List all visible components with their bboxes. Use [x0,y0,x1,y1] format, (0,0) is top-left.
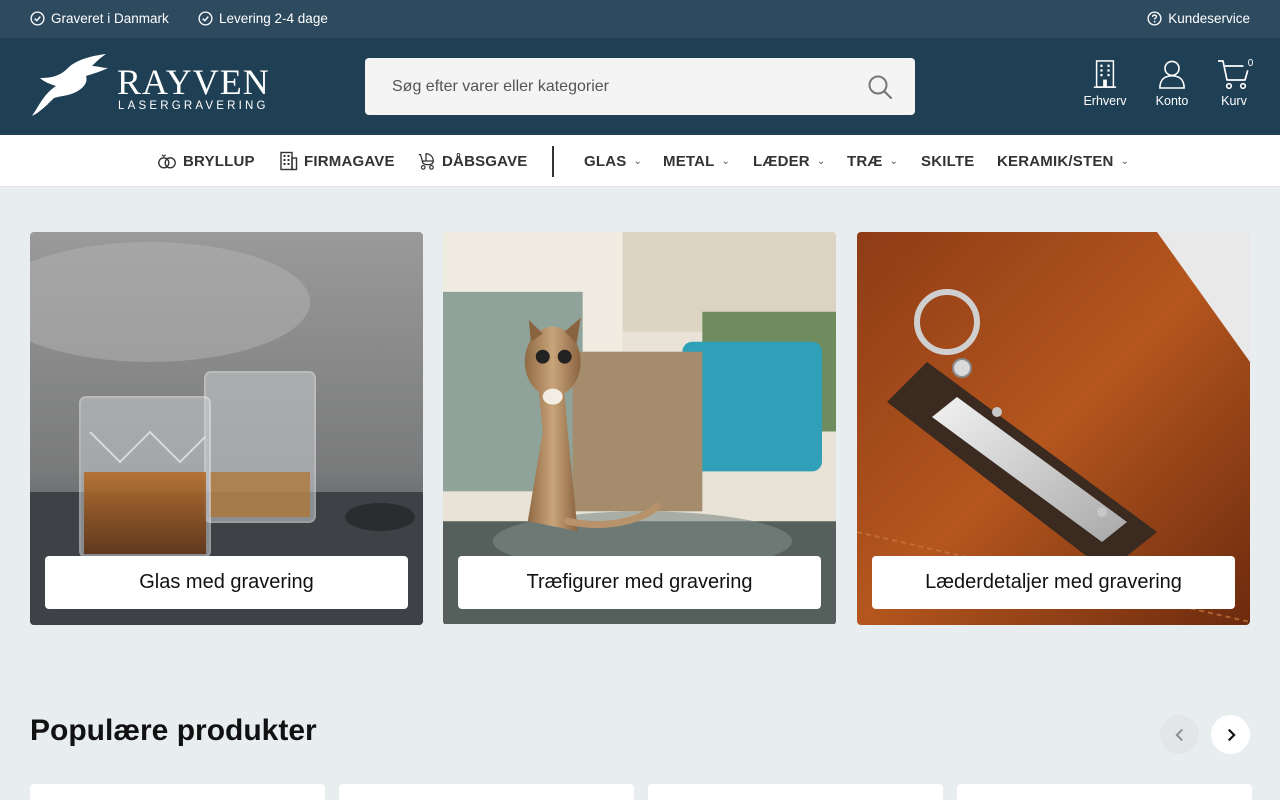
user-icon [1159,60,1185,89]
nav-label: SKILTE [921,152,975,170]
nav-label: DÅBSGAVE [442,152,528,170]
nav-item-bryllup[interactable]: BRYLLUP [157,135,255,187]
building-icon [280,151,298,171]
chevron-right-icon [1227,728,1236,741]
nav-label: BRYLLUP [183,152,255,170]
logo[interactable]: RAYVEN LASERGRAVERING [30,54,269,120]
nav-item-glas[interactable]: GLAS ⌄ [584,135,642,187]
main-navigation: BRYLLUP FIRMAGAVE DÅBSGAVE GLAS ⌄ METAL ⌄ … [0,135,1280,187]
business-link[interactable]: Erhverv [1083,58,1127,108]
building-icon [1093,60,1117,88]
nav-item-trae[interactable]: TRÆ ⌄ [847,135,898,187]
site-header: RAYVEN LASERGRAVERING Erhverv Konto Kurv… [0,38,1280,135]
check-circle-icon [30,11,45,26]
category-card-glas[interactable]: Glas med gravering [30,232,423,625]
nav-label: LÆDER [753,152,810,170]
chevron-left-icon [1174,728,1183,741]
product-card[interactable] [30,784,325,800]
rings-icon [158,154,176,169]
cart-count-badge: 0 [1243,56,1258,71]
nav-item-firmagave[interactable]: FIRMAGAVE [278,135,395,187]
check-circle-icon [198,11,213,26]
usp-label: Graveret i Danmark [51,11,169,26]
popular-products-title: Populære produkter [30,714,317,747]
nav-label: TRÆ [847,152,883,170]
nav-label: KERAMIK/STEN [997,152,1114,170]
nav-item-keramik-sten[interactable]: KERAMIK/STEN ⌄ [997,135,1129,187]
cart-link[interactable]: Kurv 0 [1214,56,1258,108]
customer-service-label: Kundeservice [1168,11,1250,26]
raven-logo-icon [32,54,108,116]
product-card[interactable] [648,784,943,800]
search-input[interactable] [365,58,845,115]
nav-item-laeder[interactable]: LÆDER ⌄ [753,135,825,187]
nav-label: GLAS [584,152,627,170]
product-card[interactable] [957,784,1252,800]
nav-item-metal[interactable]: METAL ⌄ [663,135,730,187]
carousel-prev-button[interactable] [1160,715,1199,754]
chevron-down-icon: ⌄ [1120,155,1130,167]
chevron-down-icon: ⌄ [816,155,826,167]
brand-name: RAYVEN [117,62,270,102]
business-label: Erhverv [1083,94,1127,108]
help-icon [1147,11,1162,26]
category-card-laeder[interactable]: Læderdetaljer med gravering [857,232,1250,625]
account-link[interactable]: Konto [1150,58,1194,108]
nav-divider [552,146,554,177]
nav-label: METAL [663,152,715,170]
category-label: Træfigurer med gravering [458,556,821,609]
nav-label: FIRMAGAVE [304,152,395,170]
usp-label: Levering 2-4 dage [219,11,328,26]
chevron-down-icon: ⌄ [721,155,731,167]
nav-item-dabsgave[interactable]: DÅBSGAVE [416,135,528,187]
account-label: Konto [1155,94,1189,108]
search-bar [365,58,915,115]
customer-service-link[interactable]: Kundeservice [1147,11,1250,26]
category-label: Glas med gravering [45,556,408,609]
cart-label: Kurv [1221,94,1247,108]
product-card[interactable] [339,784,634,800]
search-icon[interactable] [867,74,893,100]
nav-item-skilte[interactable]: SKILTE [921,135,974,187]
category-label: Læderdetaljer med gravering [872,556,1235,609]
chevron-down-icon: ⌄ [889,155,899,167]
utility-bar: Graveret i Danmark Levering 2-4 dage Kun… [0,0,1280,38]
chevron-down-icon: ⌄ [633,155,643,167]
usp-danmark: Graveret i Danmark [30,11,169,26]
carousel-next-button[interactable] [1211,715,1250,754]
stroller-icon [418,153,434,170]
usp-delivery: Levering 2-4 dage [198,11,328,26]
category-card-trae[interactable]: Træfigurer med gravering [443,232,836,625]
brand-subtitle: LASERGRAVERING [118,100,269,112]
